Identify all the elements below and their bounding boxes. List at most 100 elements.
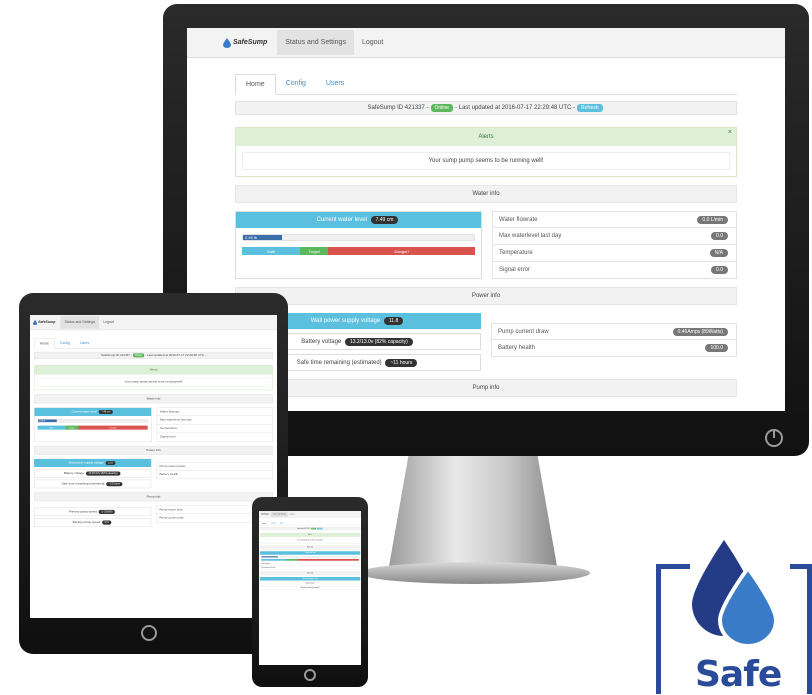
stat-value: 0.0	[711, 232, 728, 240]
close-icon[interactable]: ×	[728, 129, 732, 136]
nav-logout[interactable]: Logout	[288, 511, 296, 517]
brand-text: SafeSump	[38, 320, 56, 325]
nav-status-settings[interactable]: Status and Settings	[60, 316, 100, 329]
list-item: Max waterlevel last day	[259, 565, 361, 570]
tab-home[interactable]: Home	[34, 338, 55, 349]
monitor-stand	[388, 456, 558, 572]
monitor-base	[360, 562, 590, 584]
pump-draw-label: Pump current draw	[498, 328, 549, 335]
tab-home[interactable]: Home	[259, 521, 269, 526]
refresh-button[interactable]: Refresh	[316, 527, 323, 530]
battery-voltage-label: Battery voltage	[305, 582, 315, 584]
wall-voltage-label: Wall power supply voltage	[310, 318, 381, 324]
current-water-level-value: 7.49 cm	[370, 216, 399, 224]
current-water-level: Current water level 7.49 cm	[236, 212, 481, 228]
tab-config[interactable]: Config	[276, 74, 316, 94]
stat-label: Water flowrate	[499, 216, 538, 223]
zone-danger	[297, 558, 359, 561]
power-left: Wall power supply voltage 11.8 Battery v…	[34, 458, 151, 489]
navbar: SafeSump Status and Settings Logout	[259, 511, 361, 518]
brand-text: SafeSump	[233, 39, 268, 46]
alerts-title: Alerts	[149, 368, 158, 372]
device-id-text: SafeSump ID 421337 -	[101, 353, 132, 357]
water-level-bar: 2.49 lb	[37, 419, 148, 423]
zone-target: Target	[65, 425, 79, 430]
water-level-fill	[261, 556, 278, 558]
power-info-header: Power info	[235, 287, 737, 305]
pump-left: Primary pump speed 1/ 200000 Backup pump…	[34, 505, 151, 527]
tablet-device: SafeSump Status and Settings Logout Home…	[19, 293, 288, 654]
battery-health-label: Battery health	[498, 345, 536, 351]
water-level-bar: 2.49 lb	[242, 234, 475, 241]
device-id-bar: SafeSump ID 421337 - Online - Last updat…	[34, 351, 273, 359]
tab-home[interactable]: Home	[235, 74, 276, 95]
battery-voltage-label: Battery voltage	[63, 471, 85, 475]
backup-pump-value: 0/ 0	[102, 520, 112, 525]
nav-status-settings[interactable]: Status and Settings	[270, 511, 288, 517]
refresh-button[interactable]: Refresh	[577, 104, 603, 112]
phone-home-button[interactable]	[304, 669, 316, 681]
stat-label: Max waterlevel last day	[499, 233, 562, 239]
zone-danger: Danger!	[78, 425, 148, 430]
pump-hours-label: Pump hours total	[159, 508, 183, 512]
tab-users[interactable]: Users	[75, 338, 94, 348]
stat-label: Signal error	[160, 435, 176, 439]
alerts-title: Alerts	[478, 134, 494, 140]
water-level-fill: 2.49 lb	[243, 235, 283, 240]
zone-scale: Safe Target Danger!	[37, 425, 148, 430]
pump-cycles-label: Pump cycles total	[159, 516, 184, 520]
water-level-fill: 2.49 lb	[38, 419, 57, 423]
power-info-header: Power info	[34, 445, 273, 455]
wall-voltage: Wall power supply voltage 11.8	[34, 458, 151, 468]
list-item: Water flowrate	[156, 407, 273, 416]
water-level-bar	[261, 556, 359, 558]
alerts-title: Alerts	[308, 534, 312, 536]
stat-value: N/A	[709, 249, 728, 257]
device-id-text: SafeSump ID 421337 -	[367, 105, 429, 111]
phone-app: SafeSump Status and Settings Logout Home…	[259, 511, 361, 590]
water-info-header: Water info	[235, 185, 737, 203]
zone-target	[285, 558, 298, 561]
current-water-level-label: Current water level	[304, 552, 316, 554]
backup-pump-label: Backup pump speed	[72, 520, 101, 524]
device-id-text: SafeSump ID 421337 -	[297, 527, 311, 530]
alert-message: Your sump pump seems to be running well!	[261, 538, 359, 543]
primary-pump-value: 1/ 200000	[98, 509, 116, 514]
wall-voltage: Wall power supply voltage	[259, 577, 361, 581]
online-badge: Online	[311, 527, 316, 530]
battery-health-label: Battery health	[159, 473, 179, 477]
battery-voltage-value: 13.2/13.0v (82% capacity)	[85, 471, 121, 476]
zone-danger: Danger!	[328, 247, 475, 255]
nav-logout[interactable]: Logout	[99, 316, 118, 329]
tab-users[interactable]: Users	[316, 74, 354, 94]
zone-target: Target	[300, 247, 329, 255]
nav-status-settings[interactable]: Status and Settings	[277, 30, 354, 55]
brand-logo[interactable]: SafeSump	[33, 319, 56, 325]
water-info-header: Water info	[259, 545, 361, 550]
alerts-panel: Alerts Your sump pump seems to be runnin…	[34, 364, 273, 391]
wall-voltage-label: Wall power supply voltage	[68, 461, 104, 465]
brand-logo[interactable]: SafeSump	[223, 37, 268, 48]
safe-time-value: ~11 hours	[385, 358, 418, 367]
brand-logo[interactable]: SafeSump	[261, 513, 269, 515]
phone-device: SafeSump Status and Settings Logout Home…	[252, 497, 368, 687]
list-item: Pump current draw	[155, 461, 273, 471]
power-icon[interactable]	[765, 429, 783, 447]
tab-config[interactable]: Config	[269, 521, 278, 525]
power-right: Pump current draw Battery health	[155, 459, 273, 488]
stat-label: Signal error	[499, 267, 531, 273]
tabs: Home Config Users	[235, 74, 737, 95]
tablet-home-button[interactable]	[141, 625, 157, 641]
zone-scale	[261, 558, 359, 561]
safe-time-label: Safe time remaining (estimated)	[300, 587, 320, 589]
device-id-bar: SafeSump ID 421337 - Online - Last updat…	[235, 101, 737, 115]
tab-users[interactable]: Users	[278, 521, 286, 525]
water-level-panel	[260, 555, 360, 562]
pump-draw-value: 0.46Amps (89Watts)	[672, 327, 728, 336]
alert-message: Your sump pump seems to be running well!	[37, 377, 270, 387]
battery-voltage-label: Battery voltage	[301, 338, 342, 345]
wall-voltage-value: 11.8	[383, 317, 404, 325]
safe-time: Safe time remaining (estimated)	[259, 586, 361, 590]
tab-config[interactable]: Config	[55, 338, 75, 348]
nav-logout[interactable]: Logout	[354, 30, 391, 55]
